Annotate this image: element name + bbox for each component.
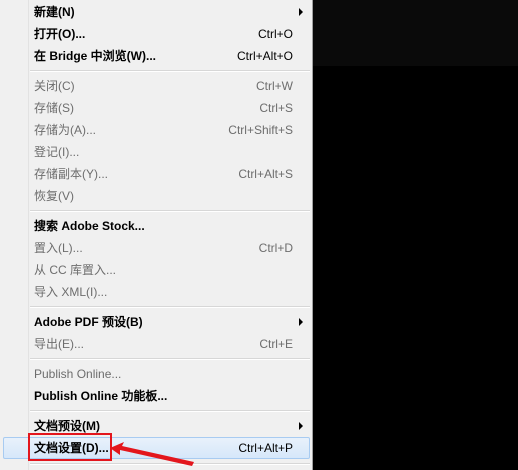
menu-item-shortcut: Ctrl+Shift+S [228,123,293,137]
menu-item-import-xml[interactable]: 导入 XML(I)... [3,281,310,303]
menu-separator [30,358,310,360]
file-menu: 新建(N) 打开(O)... Ctrl+O 在 Bridge 中浏览(W)...… [0,0,313,470]
menu-item-label: 新建(N) [34,5,75,19]
menu-separator [30,210,310,212]
submenu-arrow-icon [299,422,303,430]
menu-item-label: 文档预设(M) [34,419,100,433]
menu-item-save-copy[interactable]: 存储副本(Y)... Ctrl+Alt+S [3,163,310,185]
menu-item-shortcut: Ctrl+Alt+O [236,49,293,63]
menu-item-shortcut: Ctrl+S [259,101,293,115]
menu-item-publish-online[interactable]: Publish Online... [3,363,310,385]
menu-separator [30,410,310,412]
menu-item-save[interactable]: 存储(S) Ctrl+S [3,97,310,119]
submenu-arrow-icon [299,8,303,16]
menu-item-publish-online-panel[interactable]: Publish Online 功能板... [3,385,310,407]
annotation-arrow-icon [110,442,194,466]
document-area [313,66,518,470]
menu-item-shortcut: Ctrl+Alt+P [238,441,293,455]
screenshot-stage: 新建(N) 打开(O)... Ctrl+O 在 Bridge 中浏览(W)...… [0,0,518,470]
menu-item-label: 搜索 Adobe Stock... [34,219,145,233]
menu-item-label: 导出(E)... [34,337,84,351]
menu-item-label: 导入 XML(I)... [34,285,108,299]
menu-item-shortcut: Ctrl+Alt+S [238,167,293,181]
document-area-top [313,0,518,66]
annotation-highlight-box [28,433,112,461]
menu-item-label: 在 Bridge 中浏览(W)... [34,49,156,63]
menu-item-revert[interactable]: 恢复(V) [3,185,310,207]
menu-item-label: 恢复(V) [34,189,74,203]
menu-item-label: 存储副本(Y)... [34,167,108,181]
menu-item-open[interactable]: 打开(O)... Ctrl+O [3,23,310,45]
menu-item-place-from-cc-library[interactable]: 从 CC 库置入... [3,259,310,281]
menu-item-shortcut: Ctrl+W [256,79,293,93]
menu-item-label: 存储(S) [34,101,74,115]
menu-item-save-as[interactable]: 存储为(A)... Ctrl+Shift+S [3,119,310,141]
menu-item-label: Adobe PDF 预设(B) [34,315,143,329]
submenu-arrow-icon [299,318,303,326]
menu-separator [30,306,310,308]
menu-item-export[interactable]: 导出(E)... Ctrl+E [3,333,310,355]
menu-item-shortcut: Ctrl+D [258,241,293,255]
menu-item-shortcut: Ctrl+O [257,27,293,41]
menu-item-search-adobe-stock[interactable]: 搜索 Adobe Stock... [3,215,310,237]
menu-item-label: 打开(O)... [34,27,86,41]
menu-item-label: Publish Online... [34,367,122,381]
menu-item-browse-in-bridge[interactable]: 在 Bridge 中浏览(W)... Ctrl+Alt+O [3,45,310,67]
menu-item-label: 登记(I)... [34,145,80,159]
menu-item-label: 从 CC 库置入... [34,263,117,277]
menu-separator [30,70,310,72]
menu-item-label: 存储为(A)... [34,123,96,137]
menu-item-shortcut: Ctrl+E [259,337,293,351]
menu-item-new[interactable]: 新建(N) [3,1,310,23]
menu-item-adobe-pdf-presets[interactable]: Adobe PDF 预设(B) [3,311,310,333]
menu-item-close[interactable]: 关闭(C) Ctrl+W [3,75,310,97]
menu-item-label: 关闭(C) [34,79,75,93]
menu-item-check-in[interactable]: 登记(I)... [3,141,310,163]
menu-item-label: Publish Online 功能板... [34,389,168,403]
menu-item-place[interactable]: 置入(L)... Ctrl+D [3,237,310,259]
menu-item-label: 置入(L)... [34,241,83,255]
